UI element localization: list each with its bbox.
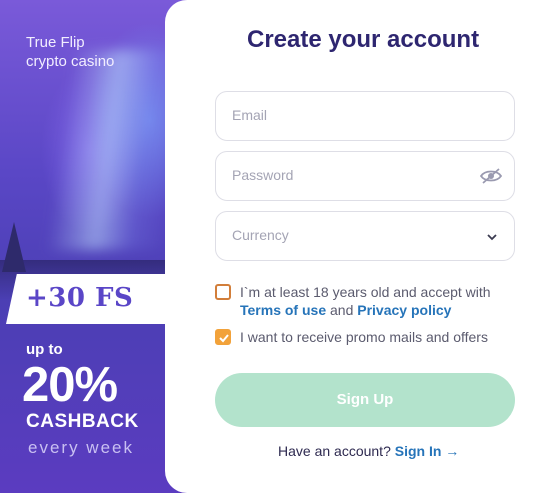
brand-text: True Flip crypto casino: [26, 33, 114, 71]
currency-select[interactable]: Currency: [215, 211, 515, 261]
promo-mails-checkbox[interactable]: [215, 329, 231, 345]
cashback-percent: 20%: [22, 358, 118, 412]
terms-of-use-link[interactable]: Terms of use: [240, 302, 326, 318]
cashback-label: CASHBACK: [26, 411, 139, 432]
terms-and: and: [330, 302, 354, 318]
brand-line-1: True Flip: [26, 34, 85, 51]
checkmark-icon: [219, 334, 229, 343]
password-placeholder: Password: [232, 167, 294, 183]
promo-mails-text: I want to receive promo mails and offers: [240, 329, 488, 345]
cashback-frequency: every week: [28, 438, 134, 457]
terms-text: I`m at least 18 years old and accept wit…: [240, 283, 510, 319]
brand-line-2: crypto casino: [26, 53, 115, 70]
password-field[interactable]: Password: [215, 151, 515, 201]
privacy-policy-link[interactable]: Privacy policy: [357, 302, 451, 318]
email-placeholder: Email: [232, 107, 268, 123]
free-spins-label: +30 FS: [26, 283, 134, 313]
terms-text-start: I`m at least 18 years old and accept wit…: [240, 284, 491, 300]
currency-placeholder: Currency: [232, 227, 289, 243]
signup-button[interactable]: Sign Up: [215, 373, 515, 427]
have-account-row: Have an account? Sign In →: [278, 443, 459, 459]
page-title: Create your account: [247, 26, 480, 53]
cashback-up-to: up to: [26, 341, 63, 358]
terms-checkbox[interactable]: [215, 284, 231, 300]
chevron-down-icon: [486, 230, 498, 242]
have-account-text: Have an account?: [278, 443, 391, 459]
promo-panel: True Flip crypto casino +30 FS up to 20%…: [0, 0, 186, 493]
signin-link[interactable]: Sign In →: [395, 443, 460, 459]
eye-icon[interactable]: [479, 167, 503, 185]
email-field[interactable]: Email: [215, 91, 515, 141]
tree-decoration: [2, 222, 26, 272]
